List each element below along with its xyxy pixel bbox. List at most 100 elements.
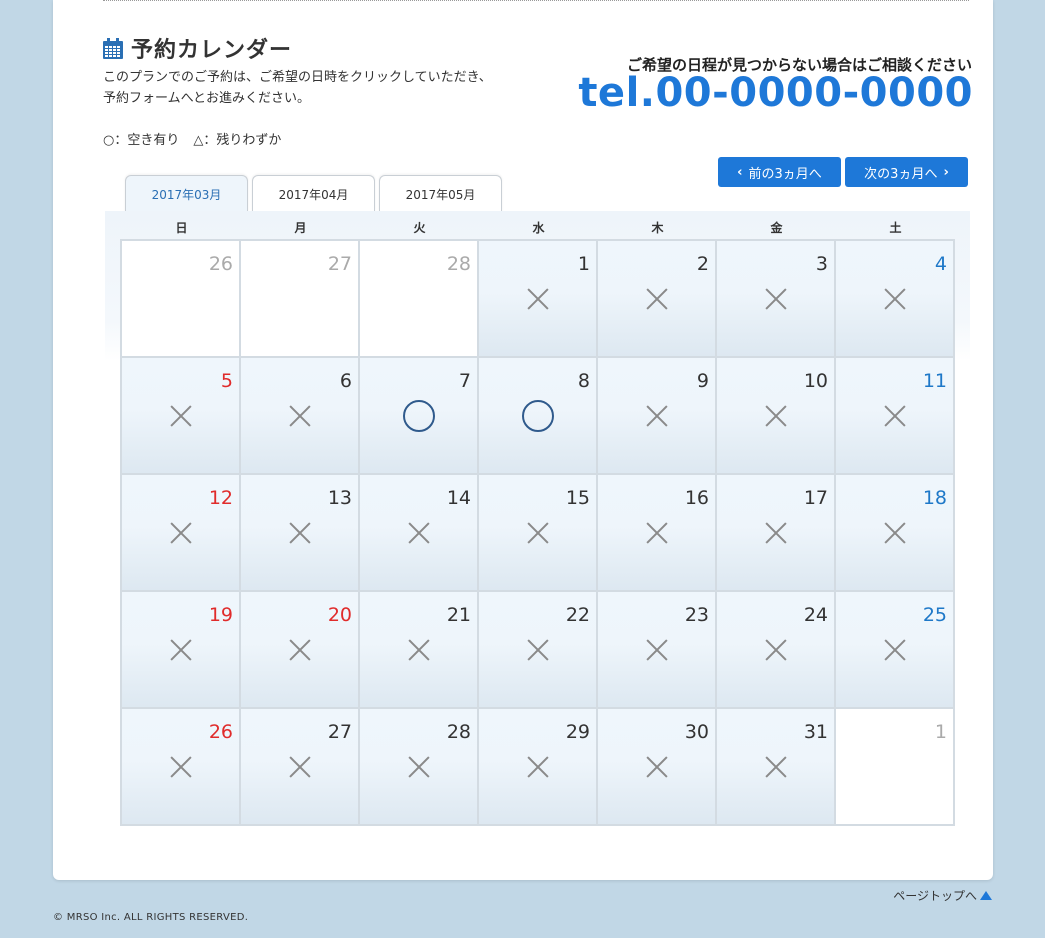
chevron-left-icon: ‹ — [737, 164, 743, 180]
unavailable-x-icon — [646, 288, 668, 310]
unavailable-x-icon — [646, 756, 668, 778]
day-number: 28 — [446, 721, 471, 743]
next-3-months-label: 次の3ヵ月へ — [864, 166, 938, 182]
calendar-day-cell: 10 — [717, 358, 834, 473]
intro-text: このプランでのご予約は、ご希望の日時をクリックしていただき、 予約フォームへとお… — [103, 67, 492, 109]
unavailable-x-icon — [884, 522, 906, 544]
day-number: 30 — [684, 721, 709, 743]
calendar-day-cell: 27 — [241, 241, 358, 356]
weekday-wed: 水 — [532, 221, 545, 235]
prev-3-months-button[interactable]: ‹ 前の3ヵ月へ — [718, 157, 841, 187]
calendar-day-cell: 30 — [598, 709, 715, 824]
day-number: 26 — [208, 253, 233, 275]
day-number: 21 — [446, 604, 471, 626]
unavailable-x-icon — [884, 405, 906, 427]
day-number: 20 — [327, 604, 352, 626]
day-number: 1 — [577, 253, 590, 275]
calendar: 日 月 火 水 木 金 土 26 27 28 1 2 3 4 5 6 7 8 9 10 11 12 13 14 1… — [105, 211, 970, 831]
tab-2017-03[interactable]: 2017年03月 — [125, 175, 248, 213]
next-3-months-button[interactable]: 次の3ヵ月へ › — [845, 157, 968, 187]
calendar-day-cell: 28 — [360, 241, 477, 356]
weekday-sat: 土 — [889, 221, 902, 235]
day-number: 17 — [803, 487, 828, 509]
chevron-right-icon: › — [943, 164, 949, 180]
page-title: 予約カレンダー — [131, 38, 293, 63]
day-number: 7 — [458, 370, 471, 392]
weekday-mon: 月 — [294, 221, 307, 235]
day-number: 1 — [934, 721, 947, 743]
available-circle-icon[interactable] — [521, 400, 554, 432]
unavailable-x-icon — [765, 756, 787, 778]
calendar-day-cell: 9 — [598, 358, 715, 473]
calendar-day-cell: 14 — [360, 475, 477, 590]
month-tabs: 2017年03月 2017年04月 2017年05月 — [125, 175, 502, 213]
unavailable-x-icon — [527, 639, 549, 661]
phone-number: tel.00-0000-0000 — [578, 70, 973, 116]
main-panel: 予約カレンダー このプランでのご予約は、ご希望の日時をクリックしていただき、 予… — [53, 0, 993, 880]
page-top-label: ページトップへ — [893, 889, 977, 903]
unavailable-x-icon — [646, 522, 668, 544]
day-number: 13 — [327, 487, 352, 509]
unavailable-x-icon — [289, 639, 311, 661]
calendar-day-cell: 15 — [479, 475, 596, 590]
unavailable-x-icon — [527, 756, 549, 778]
weekday-thu: 木 — [651, 221, 664, 235]
day-number: 6 — [339, 370, 352, 392]
tab-2017-05[interactable]: 2017年05月 — [379, 175, 502, 212]
day-number: 26 — [208, 721, 233, 743]
unavailable-x-icon — [646, 639, 668, 661]
calendar-day-cell: 4 — [836, 241, 953, 356]
day-number: 2 — [696, 253, 709, 275]
day-number: 14 — [446, 487, 471, 509]
unavailable-x-icon — [765, 405, 787, 427]
title-row: 予約カレンダー — [103, 32, 292, 64]
calendar-day-cell: 24 — [717, 592, 834, 707]
available-circle-icon[interactable] — [402, 400, 435, 432]
calendar-day-cell: 2 — [598, 241, 715, 356]
day-number: 27 — [327, 253, 352, 275]
day-number: 24 — [803, 604, 828, 626]
legend-available: ○：空き有り — [103, 133, 180, 148]
calendar-day-cell: 19 — [122, 592, 239, 707]
day-number: 18 — [922, 487, 947, 509]
unavailable-x-icon — [289, 522, 311, 544]
calendar-day-cell: 27 — [241, 709, 358, 824]
unavailable-x-icon — [765, 639, 787, 661]
calendar-day-cell[interactable]: 8 — [479, 358, 596, 473]
calendar-day-cell: 16 — [598, 475, 715, 590]
day-number: 9 — [696, 370, 709, 392]
calendar-day-cell: 26 — [122, 709, 239, 824]
unavailable-x-icon — [170, 405, 192, 427]
unavailable-x-icon — [765, 288, 787, 310]
calendar-day-cell: 20 — [241, 592, 358, 707]
unavailable-x-icon — [884, 639, 906, 661]
day-number: 23 — [684, 604, 709, 626]
day-number: 27 — [327, 721, 352, 743]
day-number: 11 — [922, 370, 947, 392]
prev-3-months-label: 前の3ヵ月へ — [748, 166, 822, 182]
calendar-grid: 26 27 28 1 2 3 4 5 6 7 8 9 10 11 12 13 14 15 16 17 18 19 20 21 2… — [120, 239, 955, 826]
day-number: 4 — [934, 253, 947, 275]
unavailable-x-icon — [646, 405, 668, 427]
calendar-day-cell[interactable]: 7 — [360, 358, 477, 473]
day-number: 10 — [803, 370, 828, 392]
intro-line-2: 予約フォームへとお進みください。 — [103, 91, 310, 106]
day-number: 22 — [565, 604, 590, 626]
calendar-day-cell: 28 — [360, 709, 477, 824]
unavailable-x-icon — [884, 288, 906, 310]
day-number: 28 — [446, 253, 471, 275]
copyright: © MRSO Inc. ALL RIGHTS RESERVED. — [53, 912, 249, 923]
calendar-day-cell: 11 — [836, 358, 953, 473]
page-top-link[interactable]: ページトップへ — [893, 887, 992, 904]
calendar-day-cell: 29 — [479, 709, 596, 824]
calendar-day-cell: 21 — [360, 592, 477, 707]
day-number: 29 — [565, 721, 590, 743]
day-number: 12 — [208, 487, 233, 509]
day-number: 16 — [684, 487, 709, 509]
calendar-day-cell: 3 — [717, 241, 834, 356]
legend: ○：空き有り △：残りわずか — [103, 129, 281, 148]
day-number: 5 — [220, 370, 233, 392]
calendar-day-cell: 17 — [717, 475, 834, 590]
calendar-day-cell: 12 — [122, 475, 239, 590]
tab-2017-04[interactable]: 2017年04月 — [252, 175, 375, 212]
